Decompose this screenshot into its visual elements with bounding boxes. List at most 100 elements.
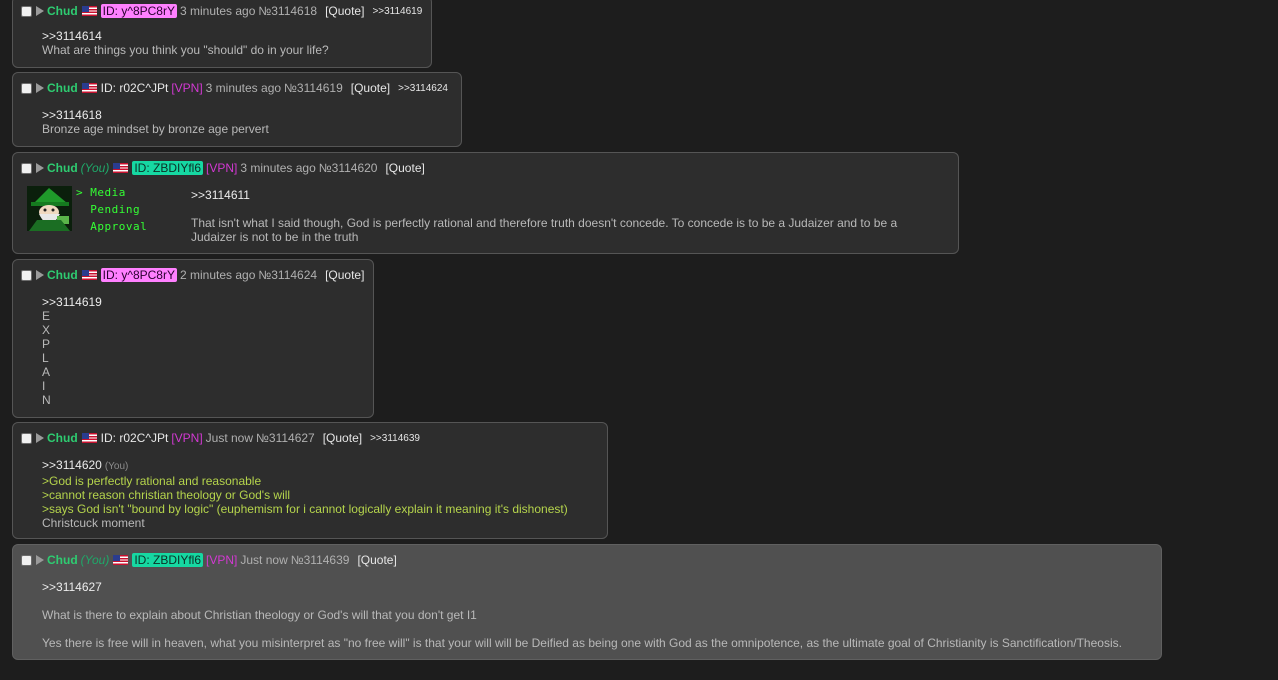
select-checkbox[interactable]	[21, 82, 32, 94]
quote-reference[interactable]: >>3114619	[42, 295, 102, 309]
expand-arrow-icon[interactable]	[36, 83, 44, 93]
post-time: 3 minutes ago	[205, 81, 282, 95]
poster-id[interactable]: ID: r02C^JPt	[101, 81, 169, 95]
post-header: Chud ID: y^8PC8rY 3 minutes ago №3114618…	[21, 2, 422, 20]
post-body: >>3114627 What is there to explain about…	[42, 580, 1122, 650]
post-3114620: Chud (You) ID: ZBDIYfl6 [VPN] 3 minutes …	[12, 152, 959, 254]
post-3114627: Chud ID: r02C^JPt [VPN] Just now №311462…	[12, 422, 608, 539]
post-text: X	[42, 323, 51, 337]
post-header: Chud ID: r02C^JPt [VPN] Just now №311462…	[21, 429, 420, 447]
select-checkbox[interactable]	[21, 269, 32, 281]
vpn-tag: [VPN]	[171, 81, 203, 95]
post-header: Chud (You) ID: ZBDIYfl6 [VPN] 3 minutes …	[21, 159, 433, 177]
post-number[interactable]: №3114627	[256, 431, 315, 445]
greentext-line: >says God isn't "bound by logic" (euphem…	[42, 502, 568, 516]
expand-arrow-icon[interactable]	[36, 555, 44, 565]
post-text: L	[42, 351, 49, 365]
post-text: I	[42, 379, 46, 393]
select-checkbox[interactable]	[21, 5, 32, 17]
quote-reference[interactable]: >>3114614	[42, 29, 329, 43]
media-thumbnail[interactable]	[27, 186, 72, 231]
post-3114624: Chud ID: y^8PC8rY 2 minutes ago №3114624…	[12, 259, 374, 418]
post-header: Chud ID: y^8PC8rY 2 minutes ago №3114624…	[21, 266, 372, 284]
select-checkbox[interactable]	[21, 162, 32, 174]
post-3114639: Chud (You) ID: ZBDIYfl6 [VPN] Just now №…	[12, 544, 1162, 660]
us-flag-icon	[81, 433, 97, 443]
expand-arrow-icon[interactable]	[36, 6, 44, 16]
post-text: What are things you think you "should" d…	[42, 43, 329, 57]
quote-reference[interactable]: >>3114627	[42, 580, 1122, 594]
post-body: >>3114611 That isn't what I said though,…	[191, 188, 897, 244]
poster-id[interactable]: ID: ZBDIYfl6	[132, 553, 204, 567]
quote-reference[interactable]: >>3114618	[42, 108, 269, 122]
you-marker: (You)	[80, 161, 110, 175]
us-flag-icon	[81, 6, 97, 16]
post-body: >>3114618 Bronze age mindset by bronze a…	[42, 108, 269, 136]
post-text: P	[42, 337, 51, 351]
reply-link[interactable]: >>3114619	[372, 6, 422, 17]
post-number[interactable]: №3114624	[258, 268, 317, 282]
quote-link[interactable]: [Quote]	[323, 431, 362, 445]
post-text: What is there to explain about Christian…	[42, 608, 477, 622]
post-3114619: Chud ID: r02C^JPt [VPN] 3 minutes ago №3…	[12, 72, 462, 147]
expand-arrow-icon[interactable]	[36, 163, 44, 173]
select-checkbox[interactable]	[21, 554, 32, 566]
poster-name: Chud	[47, 4, 78, 18]
post-header: Chud (You) ID: ZBDIYfl6 [VPN] Just now №…	[21, 551, 405, 569]
poster-name: Chud	[47, 431, 78, 445]
post-number[interactable]: №3114619	[284, 81, 343, 95]
post-text: E	[42, 309, 51, 323]
post-text: A	[42, 365, 51, 379]
post-number[interactable]: №3114618	[258, 4, 317, 18]
vpn-tag: [VPN]	[206, 161, 238, 175]
poster-name: Chud	[47, 161, 78, 175]
post-text: Yes there is free will in heaven, what y…	[42, 636, 1122, 650]
you-marker: (You)	[80, 553, 110, 567]
poster-name: Chud	[47, 553, 78, 567]
poster-id[interactable]: ID: ZBDIYfl6	[132, 161, 204, 175]
us-flag-icon	[113, 555, 129, 565]
post-body: >>3114619 E X P L A I N	[42, 295, 102, 407]
post-3114618: Chud ID: y^8PC8rY 3 minutes ago №3114618…	[12, 0, 432, 68]
vpn-tag: [VPN]	[171, 431, 203, 445]
you-marker: (You)	[104, 461, 129, 472]
reply-link[interactable]: >>3114639	[370, 433, 420, 444]
quote-reference[interactable]: >>3114620	[42, 458, 102, 472]
quote-reference[interactable]: >>3114611	[191, 188, 897, 202]
us-flag-icon	[81, 270, 97, 280]
post-header: Chud ID: r02C^JPt [VPN] 3 minutes ago №3…	[21, 79, 448, 97]
post-text: That isn't what I said though, God is pe…	[191, 216, 898, 230]
quote-link[interactable]: [Quote]	[351, 81, 390, 95]
us-flag-icon	[113, 163, 129, 173]
vpn-tag: [VPN]	[206, 553, 238, 567]
post-number[interactable]: №3114620	[319, 161, 378, 175]
quote-link[interactable]: [Quote]	[357, 553, 396, 567]
post-text: Judaizer is not to be in the truth	[191, 230, 359, 244]
poster-name: Chud	[47, 268, 78, 282]
expand-arrow-icon[interactable]	[36, 270, 44, 280]
poster-id[interactable]: ID: y^8PC8rY	[100, 268, 177, 282]
post-text: N	[42, 393, 51, 407]
post-number[interactable]: №3114639	[291, 553, 350, 567]
post-time: Just now	[240, 553, 288, 567]
poster-name: Chud	[47, 81, 78, 95]
us-flag-icon	[81, 83, 97, 93]
quote-link[interactable]: [Quote]	[385, 161, 424, 175]
select-checkbox[interactable]	[21, 432, 32, 444]
quote-reference-line: >>3114620 (You)	[42, 458, 568, 474]
expand-arrow-icon[interactable]	[36, 433, 44, 443]
quote-link[interactable]: [Quote]	[325, 268, 364, 282]
post-body: >>3114620 (You) >God is perfectly rationa…	[42, 458, 568, 530]
quote-link[interactable]: [Quote]	[325, 4, 364, 18]
post-time: 3 minutes ago	[240, 161, 316, 175]
media-pending-label: > Media Pending Approval	[76, 186, 148, 233]
greentext-line: >cannot reason christian theology or God…	[42, 488, 291, 502]
post-body: >>3114614 What are things you think you …	[42, 29, 329, 57]
post-text: Bronze age mindset by bronze age pervert	[42, 122, 269, 136]
poster-id[interactable]: ID: r02C^JPt	[101, 431, 169, 445]
reply-link[interactable]: >>3114624	[398, 83, 448, 94]
poster-id[interactable]: ID: y^8PC8rY	[100, 4, 177, 18]
